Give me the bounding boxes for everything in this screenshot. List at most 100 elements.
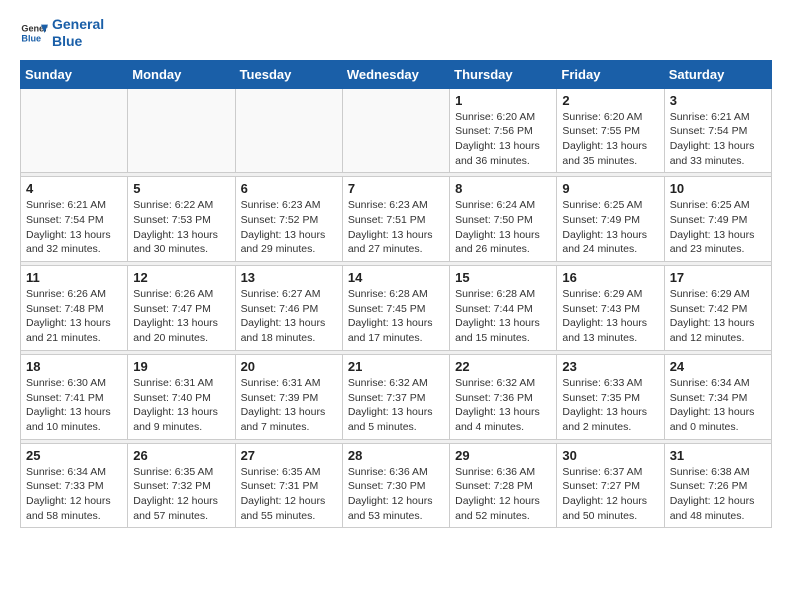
day-number: 9 [562, 181, 658, 196]
day-info: Sunrise: 6:21 AMSunset: 7:54 PMDaylight:… [670, 110, 766, 169]
calendar-cell [235, 88, 342, 173]
day-number: 18 [26, 359, 122, 374]
calendar-cell: 9Sunrise: 6:25 AMSunset: 7:49 PMDaylight… [557, 177, 664, 262]
day-info: Sunrise: 6:32 AMSunset: 7:36 PMDaylight:… [455, 376, 551, 435]
calendar-cell: 21Sunrise: 6:32 AMSunset: 7:37 PMDayligh… [342, 354, 449, 439]
day-number: 4 [26, 181, 122, 196]
calendar-cell: 29 Sunrise: 6:36 AMSunset: 7:28 PMDayligh… [450, 443, 557, 528]
calendar-cell: 5Sunrise: 6:22 AMSunset: 7:53 PMDaylight… [128, 177, 235, 262]
calendar-cell: 2Sunrise: 6:20 AMSunset: 7:55 PMDaylight… [557, 88, 664, 173]
day-number: 16 [562, 270, 658, 285]
page-header: General Blue General Blue [20, 16, 772, 50]
day-number: 13 [241, 270, 337, 285]
day-number: 7 [348, 181, 444, 196]
logo: General Blue General Blue [20, 16, 104, 50]
svg-text:Blue: Blue [21, 33, 41, 43]
day-number: 3 [670, 93, 766, 108]
day-info: Sunrise: 6:29 AMSunset: 7:42 PMDaylight:… [670, 287, 766, 346]
calendar-cell: 31 Sunrise: 6:38 AMSunset: 7:26 PMDayligh… [664, 443, 771, 528]
day-number: 26 [133, 448, 229, 463]
calendar-cell: 4Sunrise: 6:21 AMSunset: 7:54 PMDaylight… [21, 177, 128, 262]
weekday-header-row: SundayMondayTuesdayWednesdayThursdayFrid… [21, 60, 772, 88]
calendar-cell [342, 88, 449, 173]
day-info: Sunrise: 6:20 AMSunset: 7:56 PMDaylight:… [455, 110, 551, 169]
day-info: Sunrise: 6:28 AMSunset: 7:44 PMDaylight:… [455, 287, 551, 346]
week-row-3: 11 Sunrise: 6:26 AMSunset: 7:48 PMDayligh… [21, 266, 772, 351]
day-info: Sunrise: 6:20 AMSunset: 7:55 PMDaylight:… [562, 110, 658, 169]
calendar-cell: 23Sunrise: 6:33 AMSunset: 7:35 PMDayligh… [557, 354, 664, 439]
day-info: Sunrise: 6:22 AMSunset: 7:53 PMDaylight:… [133, 198, 229, 257]
day-info: Sunrise: 6:24 AMSunset: 7:50 PMDaylight:… [455, 198, 551, 257]
calendar-cell: 12 Sunrise: 6:26 AMSunset: 7:47 PMDayligh… [128, 266, 235, 351]
day-info: Sunrise: 6:35 AMSunset: 7:32 PMDaylight:… [133, 465, 229, 524]
day-info: Sunrise: 6:35 AMSunset: 7:31 PMDaylight:… [241, 465, 337, 524]
calendar-cell: 11 Sunrise: 6:26 AMSunset: 7:48 PMDayligh… [21, 266, 128, 351]
calendar-cell: 15Sunrise: 6:28 AMSunset: 7:44 PMDayligh… [450, 266, 557, 351]
day-number: 21 [348, 359, 444, 374]
day-info: Sunrise: 6:27 AMSunset: 7:46 PMDaylight:… [241, 287, 337, 346]
calendar-cell: 6 Sunrise: 6:23 AMSunset: 7:52 PMDaylight… [235, 177, 342, 262]
calendar-cell: 20 Sunrise: 6:31 AMSunset: 7:39 PMDayligh… [235, 354, 342, 439]
day-number: 8 [455, 181, 551, 196]
day-number: 25 [26, 448, 122, 463]
day-info: Sunrise: 6:36 AMSunset: 7:30 PMDaylight:… [348, 465, 444, 524]
week-row-4: 18 Sunrise: 6:30 AMSunset: 7:41 PMDayligh… [21, 354, 772, 439]
week-row-2: 4Sunrise: 6:21 AMSunset: 7:54 PMDaylight… [21, 177, 772, 262]
day-info: Sunrise: 6:33 AMSunset: 7:35 PMDaylight:… [562, 376, 658, 435]
calendar-cell: 1 Sunrise: 6:20 AMSunset: 7:56 PMDaylight… [450, 88, 557, 173]
calendar-cell: 17 Sunrise: 6:29 AMSunset: 7:42 PMDayligh… [664, 266, 771, 351]
calendar-cell: 18 Sunrise: 6:30 AMSunset: 7:41 PMDayligh… [21, 354, 128, 439]
day-number: 31 [670, 448, 766, 463]
logo-text: General Blue [52, 16, 104, 50]
day-number: 1 [455, 93, 551, 108]
day-number: 17 [670, 270, 766, 285]
day-info: Sunrise: 6:30 AMSunset: 7:41 PMDaylight:… [26, 376, 122, 435]
day-info: Sunrise: 6:25 AMSunset: 7:49 PMDaylight:… [670, 198, 766, 257]
weekday-header-monday: Monday [128, 60, 235, 88]
calendar-cell: 14 Sunrise: 6:28 AMSunset: 7:45 PMDayligh… [342, 266, 449, 351]
calendar-cell: 3 Sunrise: 6:21 AMSunset: 7:54 PMDaylight… [664, 88, 771, 173]
day-info: Sunrise: 6:34 AMSunset: 7:33 PMDaylight:… [26, 465, 122, 524]
day-number: 14 [348, 270, 444, 285]
calendar-cell: 22 Sunrise: 6:32 AMSunset: 7:36 PMDayligh… [450, 354, 557, 439]
day-number: 29 [455, 448, 551, 463]
weekday-header-sunday: Sunday [21, 60, 128, 88]
day-info: Sunrise: 6:34 AMSunset: 7:34 PMDaylight:… [670, 376, 766, 435]
day-number: 27 [241, 448, 337, 463]
weekday-header-wednesday: Wednesday [342, 60, 449, 88]
day-number: 12 [133, 270, 229, 285]
day-number: 11 [26, 270, 122, 285]
day-info: Sunrise: 6:26 AMSunset: 7:47 PMDaylight:… [133, 287, 229, 346]
weekday-header-thursday: Thursday [450, 60, 557, 88]
day-number: 6 [241, 181, 337, 196]
day-info: Sunrise: 6:38 AMSunset: 7:26 PMDaylight:… [670, 465, 766, 524]
calendar-cell: 30Sunrise: 6:37 AMSunset: 7:27 PMDayligh… [557, 443, 664, 528]
day-number: 20 [241, 359, 337, 374]
calendar-cell: 10Sunrise: 6:25 AMSunset: 7:49 PMDayligh… [664, 177, 771, 262]
day-info: Sunrise: 6:23 AMSunset: 7:51 PMDaylight:… [348, 198, 444, 257]
calendar-cell: 7 Sunrise: 6:23 AMSunset: 7:51 PMDaylight… [342, 177, 449, 262]
week-row-5: 25 Sunrise: 6:34 AMSunset: 7:33 PMDayligh… [21, 443, 772, 528]
calendar-cell: 16 Sunrise: 6:29 AMSunset: 7:43 PMDayligh… [557, 266, 664, 351]
weekday-header-tuesday: Tuesday [235, 60, 342, 88]
calendar-cell: 25 Sunrise: 6:34 AMSunset: 7:33 PMDayligh… [21, 443, 128, 528]
day-info: Sunrise: 6:23 AMSunset: 7:52 PMDaylight:… [241, 198, 337, 257]
calendar-cell: 24 Sunrise: 6:34 AMSunset: 7:34 PMDayligh… [664, 354, 771, 439]
day-info: Sunrise: 6:26 AMSunset: 7:48 PMDaylight:… [26, 287, 122, 346]
day-number: 28 [348, 448, 444, 463]
calendar-cell: 19Sunrise: 6:31 AMSunset: 7:40 PMDayligh… [128, 354, 235, 439]
day-info: Sunrise: 6:37 AMSunset: 7:27 PMDaylight:… [562, 465, 658, 524]
weekday-header-saturday: Saturday [664, 60, 771, 88]
day-info: Sunrise: 6:31 AMSunset: 7:39 PMDaylight:… [241, 376, 337, 435]
calendar-cell [128, 88, 235, 173]
day-number: 19 [133, 359, 229, 374]
calendar-table: SundayMondayTuesdayWednesdayThursdayFrid… [20, 60, 772, 529]
day-info: Sunrise: 6:29 AMSunset: 7:43 PMDaylight:… [562, 287, 658, 346]
day-number: 22 [455, 359, 551, 374]
week-row-1: 1 Sunrise: 6:20 AMSunset: 7:56 PMDaylight… [21, 88, 772, 173]
day-number: 24 [670, 359, 766, 374]
day-info: Sunrise: 6:36 AMSunset: 7:28 PMDaylight:… [455, 465, 551, 524]
logo-icon: General Blue [20, 19, 48, 47]
calendar-cell: 28 Sunrise: 6:36 AMSunset: 7:30 PMDayligh… [342, 443, 449, 528]
day-info: Sunrise: 6:28 AMSunset: 7:45 PMDaylight:… [348, 287, 444, 346]
